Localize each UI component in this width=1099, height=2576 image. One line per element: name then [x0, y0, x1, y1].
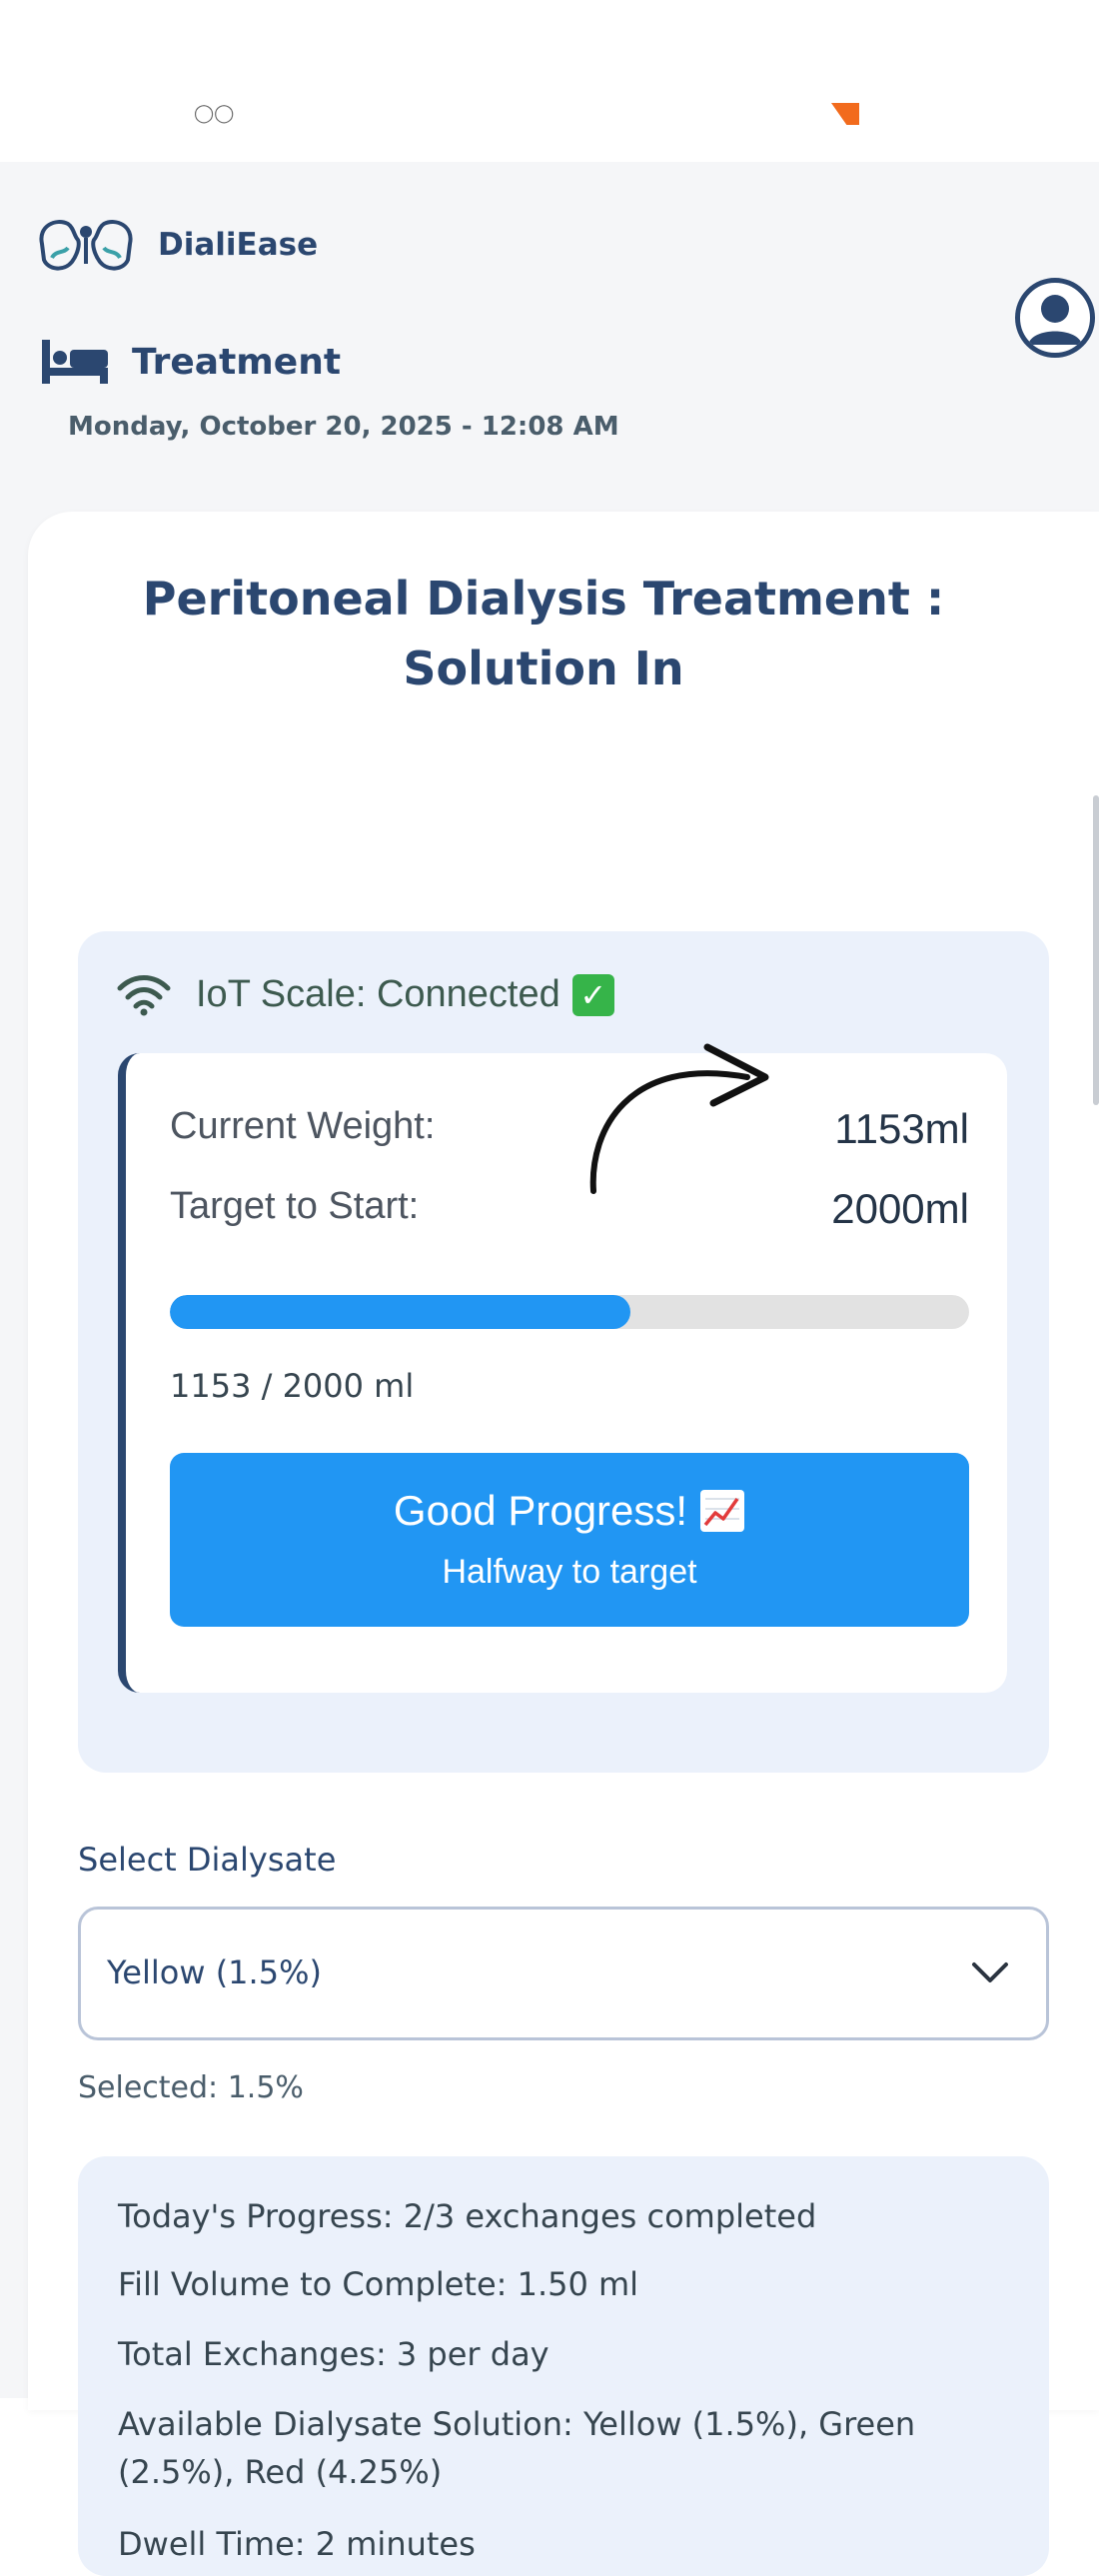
target-row: Target to Start: 2000ml — [170, 1185, 969, 1233]
bed-icon — [42, 340, 108, 384]
iot-scale-panel: IoT Scale: Connected ✓ Current Weight: 1… — [78, 931, 1049, 1773]
scale-status-text: IoT Scale: Connected — [196, 973, 560, 1015]
check-icon: ✓ — [571, 973, 614, 1016]
info-fill-volume: Fill Volume to Complete: 1.50 ml — [118, 2265, 639, 2303]
wifi-icon — [117, 974, 171, 1015]
dialysate-selected-value: Yellow (1.5%) — [107, 1953, 322, 1991]
card-title-line1: Peritoneal Dialysis Treatment : — [142, 572, 945, 626]
dialysate-selected-note: Selected: 1.5% — [78, 2070, 304, 2105]
dialysate-select-label: Select Dialysate — [78, 1841, 337, 1879]
info-available-solutions: Available Dialysate Solution: Yellow (1.… — [118, 2400, 1017, 2496]
current-weight-value: 1153ml — [834, 1105, 969, 1152]
info-total-exchanges: Total Exchanges: 3 per day — [118, 2335, 550, 2373]
status-bar: ◯◯ — [0, 0, 1099, 162]
scrollbar[interactable] — [1093, 795, 1099, 1105]
weight-progress-bar — [170, 1295, 969, 1329]
app-name: DialiEase — [158, 227, 319, 263]
info-dwell-time: Dwell Time: 2 minutes — [118, 2525, 476, 2563]
user-avatar-icon — [1028, 295, 1082, 345]
treatment-info-panel: Today's Progress: 2/3 exchanges complete… — [78, 2156, 1049, 2576]
scale-status: IoT Scale: Connected ✓ — [116, 973, 614, 1016]
weight-progress-fill — [170, 1295, 631, 1329]
progress-status-button[interactable]: Good Progress! Halfway to target — [170, 1453, 969, 1627]
brand[interactable]: DialiEase — [34, 214, 318, 276]
info-available-solutions-line1: Available Dialysate Solution: Yellow (1.… — [118, 2405, 916, 2443]
card-title: Peritoneal Dialysis Treatment : Solution… — [28, 564, 1099, 703]
current-weight-row: Current Weight: 1153ml — [170, 1105, 969, 1153]
progress-banner-title-text: Good Progress! — [393, 1487, 688, 1534]
target-value: 2000ml — [831, 1185, 969, 1232]
profile-avatar-button[interactable] — [1015, 278, 1095, 358]
progress-banner-subtitle: Halfway to target — [442, 1553, 697, 1591]
chart-increasing-icon — [700, 1490, 745, 1532]
page-heading: Treatment — [40, 338, 341, 386]
notification-icon — [831, 103, 859, 125]
info-today-progress: Today's Progress: 2/3 exchanges complete… — [118, 2197, 817, 2235]
current-weight-label: Current Weight: — [170, 1105, 436, 1147]
annotation-arrow-icon — [589, 1043, 769, 1194]
target-label: Target to Start: — [170, 1185, 420, 1227]
progress-banner-title: Good Progress! — [170, 1487, 969, 1535]
chevron-down-icon — [972, 1962, 1008, 1982]
app-screen: DialiEase Treatment Monday, October 20, … — [0, 162, 1099, 2576]
kidney-logo-icon — [39, 220, 133, 271]
progress-caption: 1153 / 2000 ml — [170, 1367, 415, 1405]
weight-box: Current Weight: 1153ml Target to Start: … — [118, 1053, 1007, 1693]
status-app-icon: ◯◯ — [194, 103, 235, 124]
page-datetime: Monday, October 20, 2025 - 12:08 AM — [68, 412, 619, 442]
card-title-line2: Solution In — [403, 642, 684, 695]
page-title: Treatment — [132, 341, 342, 383]
dialysate-select[interactable]: Yellow (1.5%) — [78, 1907, 1049, 2040]
treatment-card: Peritoneal Dialysis Treatment : Solution… — [28, 512, 1099, 2576]
info-available-solutions-line2: (2.5%), Red (4.25%) — [118, 2453, 443, 2491]
